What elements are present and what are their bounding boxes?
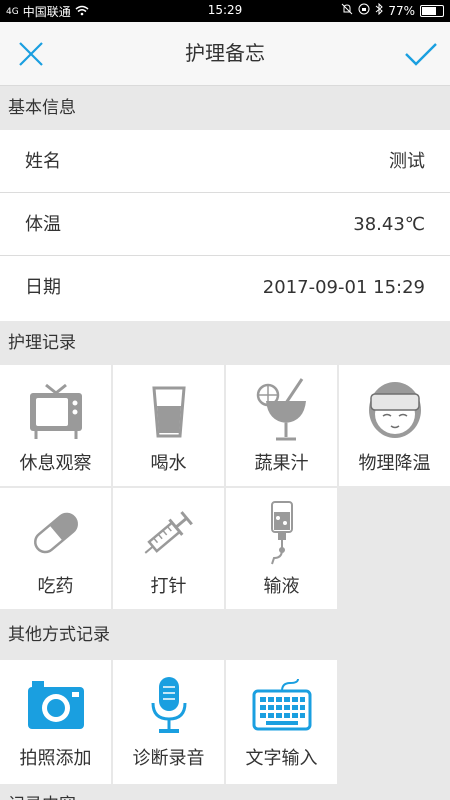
care-item-label: 输液 [263,576,300,597]
care-item-juice[interactable]: 蔬果汁 [226,365,337,486]
juice-icon [256,378,306,441]
care-item-label: 打针 [150,576,187,597]
care-item-rest[interactable]: 休息观察 [0,365,111,486]
pill-icon [33,512,78,554]
cooling-towel-icon [368,382,421,438]
iv-drip-icon [270,501,293,565]
microphone-icon [151,677,186,733]
other-item-recording[interactable]: 诊断录音 [113,660,224,784]
section-title: 护理记录 [8,333,76,353]
camera-icon [27,681,84,729]
confirm-button[interactable] [401,34,441,74]
section-title: 记录内容 [8,790,76,800]
row-value: 2017-09-01 15:29 [262,277,425,298]
care-item-water[interactable]: 喝水 [113,365,224,486]
section-record-content: 记录内容 [0,786,450,800]
section-title: 基本信息 [8,98,76,118]
row-label: 体温 [25,214,61,235]
mute-icon [341,3,353,18]
row-value: 测试 [389,151,425,172]
keyboard-icon [252,678,311,731]
care-item-label: 吃药 [37,576,74,597]
app-header: 护理备忘 [0,22,450,86]
page-title: 护理备忘 [185,41,265,65]
section-basic-info: 基本信息 [0,86,450,130]
name-row[interactable]: 姓名 测试 [0,130,450,193]
checkmark-icon [405,43,437,66]
other-item-label: 拍照添加 [19,748,92,769]
lock-rotation-icon [358,3,370,18]
care-item-label: 休息观察 [19,453,92,474]
syringe-icon [144,511,193,554]
care-item-label: 蔬果汁 [254,453,309,474]
bluetooth-icon [375,2,384,18]
section-title: 其他方式记录 [8,625,110,645]
section-care-records: 护理记录 [0,321,450,365]
care-item-label: 喝水 [150,453,187,474]
row-value: 38.43℃ [353,214,425,235]
care-item-label: 物理降温 [358,453,431,474]
other-item-label: 文字输入 [245,748,318,769]
date-row[interactable]: 日期 2017-09-01 15:29 [0,256,450,321]
care-item-physical-cooling[interactable]: 物理降温 [339,365,450,486]
temperature-row[interactable]: 体温 38.43℃ [0,193,450,256]
care-item-medicine[interactable]: 吃药 [0,488,111,609]
status-bar: 4G 中国联通 15:29 77% [0,0,450,22]
section-other-records: 其他方式记录 [0,612,450,658]
battery-percent: 77% [388,3,415,18]
other-item-label: 诊断录音 [132,748,205,769]
water-glass-icon [151,386,186,438]
tv-icon [29,383,82,439]
other-item-photo[interactable]: 拍照添加 [0,660,111,784]
care-item-injection[interactable]: 打针 [113,488,224,609]
other-item-text-input[interactable]: 文字输入 [226,660,337,784]
row-label: 日期 [25,277,61,298]
row-label: 姓名 [25,151,61,172]
care-item-infusion[interactable]: 输液 [226,488,337,609]
battery-icon [420,4,444,17]
